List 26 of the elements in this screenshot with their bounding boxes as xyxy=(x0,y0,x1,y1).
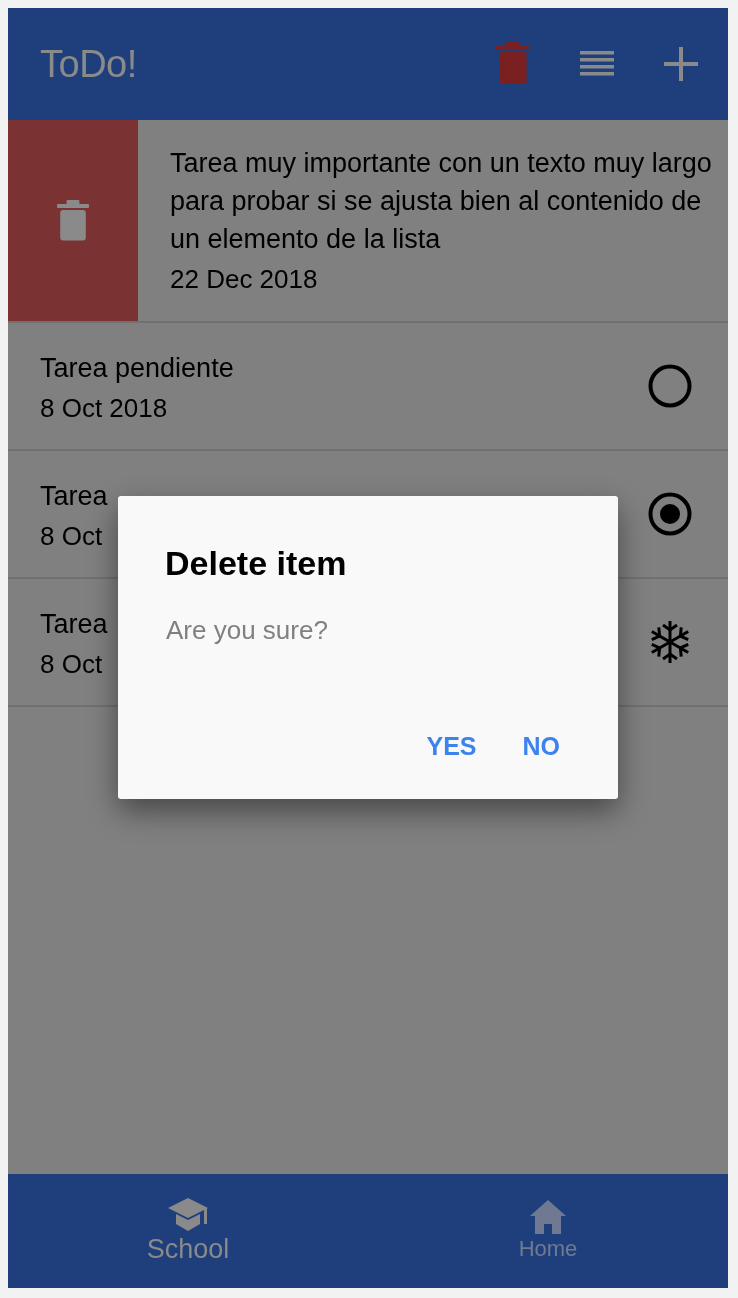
task-date: 22 Dec 2018 xyxy=(170,264,318,295)
snowflake-icon[interactable] xyxy=(648,620,692,664)
task-date: 8 Oct xyxy=(40,648,103,680)
dialog-button[interactable]: YES xyxy=(418,728,485,765)
task-date: 8 Oct xyxy=(40,520,103,552)
nav-tab[interactable]: Home xyxy=(368,1174,728,1288)
delete-action[interactable] xyxy=(8,120,138,321)
task-title: Tarea muy importante con un texto muy largo para probar si se ajusta bien al contenido de un elemento de la lista xyxy=(170,147,713,256)
graduation-cap-icon xyxy=(168,1197,208,1232)
task-title: Tarea xyxy=(40,607,108,641)
home-icon xyxy=(530,1200,566,1234)
task-row[interactable]: Tarea muy importante con un texto muy largo para probar si se ajusta bien al contenido de un elemento de la lista 22 Dec 2018 xyxy=(8,120,728,323)
task-title: Tarea pendiente xyxy=(40,351,234,385)
dialog-button[interactable]: NO xyxy=(514,728,568,765)
radio-checked-icon[interactable] xyxy=(648,492,692,536)
trash-icon xyxy=(57,199,89,242)
list-icon[interactable] xyxy=(580,51,614,77)
empty-circle-icon[interactable] xyxy=(648,364,692,408)
dialog-title: Delete item xyxy=(165,544,348,583)
add-icon[interactable] xyxy=(664,47,698,81)
nav-tab[interactable]: School xyxy=(8,1174,368,1288)
task-row[interactable]: Tarea pendiente 8 Oct 2018 xyxy=(8,323,728,451)
dialog-message: Are you sure? xyxy=(166,615,329,646)
task-title: Tarea xyxy=(40,479,108,513)
task-date: 8 Oct 2018 xyxy=(40,392,168,424)
app-title: ToDo! xyxy=(40,42,138,86)
